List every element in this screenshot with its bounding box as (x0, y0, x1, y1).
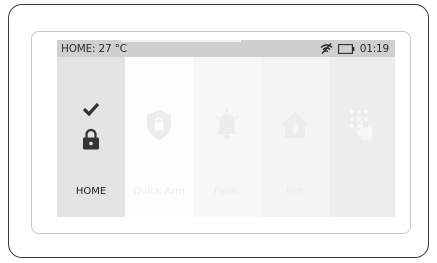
quick-arm-tile[interactable]: Quick Arm (125, 57, 193, 217)
battery-icon (337, 43, 355, 54)
quick-arm-tile-label: Quick Arm (133, 186, 185, 197)
shield-lock-icon (145, 109, 173, 145)
action-tiles: HOME Quick Arm Panic Fire Login (57, 57, 395, 217)
home-tile-label: HOME (75, 186, 107, 197)
login-tile-label: Login (348, 186, 376, 197)
touchscreen: HOME: 27 °C 01:19 HOME Quick Arm Panic F… (57, 40, 395, 217)
panic-tile[interactable]: Panic (193, 57, 261, 217)
house-fire-icon (279, 110, 311, 144)
keypad-touch-icon (348, 108, 376, 146)
panic-tile-label: Panic (213, 186, 241, 197)
lock-icon (82, 128, 100, 154)
status-bar: HOME: 27 °C 01:19 (57, 40, 395, 57)
no-connection-icon (320, 43, 333, 54)
bell-alarm-icon (212, 108, 242, 146)
login-tile[interactable]: Login (329, 57, 395, 217)
clock: 01:19 (359, 42, 389, 55)
home-temperature: HOME: 27 °C (61, 42, 127, 55)
status-bar-accent (121, 40, 241, 42)
fire-tile[interactable]: Fire (261, 57, 329, 217)
check-icon (82, 101, 100, 120)
fire-tile-label: Fire (286, 186, 304, 197)
home-tile[interactable]: HOME (57, 57, 125, 217)
